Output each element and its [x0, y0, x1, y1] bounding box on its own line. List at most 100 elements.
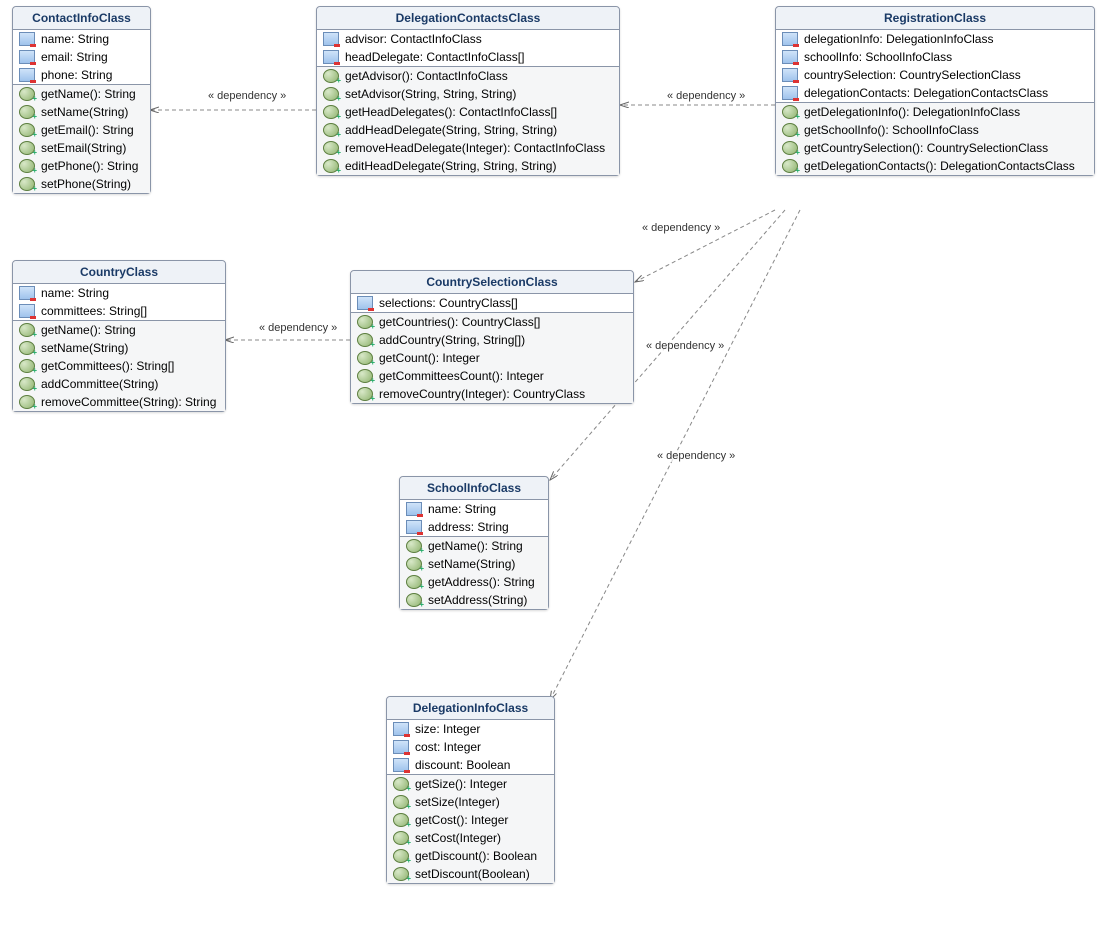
class-methods: getDelegationInfo(): DelegationInfoClass…	[776, 103, 1094, 175]
method-icon	[393, 867, 409, 881]
class-attrs: selections: CountryClass[]	[351, 294, 633, 313]
member-label: setAddress(String)	[428, 593, 527, 607]
dependency-label: « dependency »	[665, 90, 747, 102]
class-delegationcontacts: DelegationContactsClass advisor: Contact…	[316, 6, 620, 176]
method-icon	[19, 323, 35, 337]
member-label: getCommitteesCount(): Integer	[379, 369, 544, 383]
class-attrs: name: Stringaddress: String	[400, 500, 548, 537]
member-label: size: Integer	[415, 722, 480, 736]
class-method: getDelegationContacts(): DelegationConta…	[776, 157, 1094, 175]
method-icon	[357, 333, 373, 347]
class-attrs: name: String email: String phone: String	[13, 30, 150, 85]
member-label: getCost(): Integer	[415, 813, 508, 827]
member-label: getName(): String	[41, 87, 136, 101]
member-label: headDelegate: ContactInfoClass[]	[345, 50, 524, 64]
method-icon	[323, 69, 339, 83]
method-icon	[19, 87, 35, 101]
class-title: SchoolInfoClass	[400, 477, 548, 500]
method-icon	[323, 141, 339, 155]
class-method: setAdvisor(String, String, String)	[317, 85, 619, 103]
class-methods: getName(): String setName(String) getEmail…	[13, 85, 150, 193]
dependency-label: « dependency »	[257, 322, 339, 334]
member-label: addHeadDelegate(String, String, String)	[345, 123, 557, 137]
class-method: getName(): String	[13, 85, 150, 103]
class-attribute: name: String	[13, 30, 150, 48]
method-icon	[323, 87, 339, 101]
class-country: CountryClass name: Stringcommittees: Str…	[12, 260, 226, 412]
class-attribute: size: Integer	[387, 720, 554, 738]
class-method: getCommittees(): String[]	[13, 357, 225, 375]
method-icon	[19, 123, 35, 137]
class-title: DelegationContactsClass	[317, 7, 619, 30]
member-label: getEmail(): String	[41, 123, 134, 137]
member-label: getName(): String	[41, 323, 136, 337]
method-icon	[393, 813, 409, 827]
class-method: addHeadDelegate(String, String, String)	[317, 121, 619, 139]
member-label: removeHeadDelegate(Integer): ContactInfo…	[345, 141, 605, 155]
member-label: advisor: ContactInfoClass	[345, 32, 482, 46]
member-label: addCountry(String, String[])	[379, 333, 525, 347]
class-method: getAddress(): String	[400, 573, 548, 591]
member-label: getCountrySelection(): CountrySelectionC…	[804, 141, 1048, 155]
class-attribute: advisor: ContactInfoClass	[317, 30, 619, 48]
member-label: name: String	[41, 286, 109, 300]
method-icon	[19, 141, 35, 155]
attribute-icon	[782, 68, 798, 82]
member-label: schoolInfo: SchoolInfoClass	[804, 50, 952, 64]
class-method: getCountrySelection(): CountrySelectionC…	[776, 139, 1094, 157]
member-label: getSize(): Integer	[415, 777, 507, 791]
attribute-icon	[782, 50, 798, 64]
class-method: getCost(): Integer	[387, 811, 554, 829]
class-method: getEmail(): String	[13, 121, 150, 139]
class-attribute: discount: Boolean	[387, 756, 554, 774]
class-method: setPhone(String)	[13, 175, 150, 193]
class-attribute: phone: String	[13, 66, 150, 84]
method-icon	[393, 849, 409, 863]
class-methods: getAdvisor(): ContactInfoClasssetAdvisor…	[317, 67, 619, 175]
class-method: getPhone(): String	[13, 157, 150, 175]
class-title: RegistrationClass	[776, 7, 1094, 30]
member-label: setCost(Integer)	[415, 831, 501, 845]
class-method: getCommitteesCount(): Integer	[351, 367, 633, 385]
class-method: setName(String)	[13, 103, 150, 121]
member-label: setSize(Integer)	[415, 795, 500, 809]
class-registration: RegistrationClass delegationInfo: Delega…	[775, 6, 1095, 176]
class-title: DelegationInfoClass	[387, 697, 554, 720]
class-method: setName(String)	[13, 339, 225, 357]
member-label: name: String	[428, 502, 496, 516]
class-method: addCommittee(String)	[13, 375, 225, 393]
attribute-icon	[19, 68, 35, 82]
member-label: getCountries(): CountryClass[]	[379, 315, 540, 329]
member-label: email: String	[41, 50, 108, 64]
class-attribute: headDelegate: ContactInfoClass[]	[317, 48, 619, 66]
method-icon	[357, 387, 373, 401]
member-label: getCount(): Integer	[379, 351, 480, 365]
method-icon	[406, 539, 422, 553]
member-label: setName(String)	[41, 105, 128, 119]
member-label: setName(String)	[428, 557, 515, 571]
member-label: getDelegationInfo(): DelegationInfoClass	[804, 105, 1020, 119]
member-label: cost: Integer	[415, 740, 481, 754]
class-method: setEmail(String)	[13, 139, 150, 157]
attribute-icon	[19, 50, 35, 64]
member-label: setDiscount(Boolean)	[415, 867, 530, 881]
class-title: ContactInfoClass	[13, 7, 150, 30]
class-method: getName(): String	[13, 321, 225, 339]
class-method: getSize(): Integer	[387, 775, 554, 793]
member-label: setEmail(String)	[41, 141, 126, 155]
class-attribute: cost: Integer	[387, 738, 554, 756]
method-icon	[323, 123, 339, 137]
class-method: removeCountry(Integer): CountryClass	[351, 385, 633, 403]
attribute-icon	[782, 86, 798, 100]
class-methods: getSize(): Integer setSize(Integer) getCos…	[387, 775, 554, 883]
member-label: getPhone(): String	[41, 159, 138, 173]
method-icon	[393, 795, 409, 809]
class-attribute: delegationContacts: DelegationContactsCl…	[776, 84, 1094, 102]
class-method: setDiscount(Boolean)	[387, 865, 554, 883]
member-label: removeCommittee(String): String	[41, 395, 216, 409]
member-label: addCommittee(String)	[41, 377, 158, 391]
class-method: addCountry(String, String[])	[351, 331, 633, 349]
dependency-label: « dependency »	[655, 450, 737, 462]
attribute-icon	[406, 520, 422, 534]
class-method: getAdvisor(): ContactInfoClass	[317, 67, 619, 85]
